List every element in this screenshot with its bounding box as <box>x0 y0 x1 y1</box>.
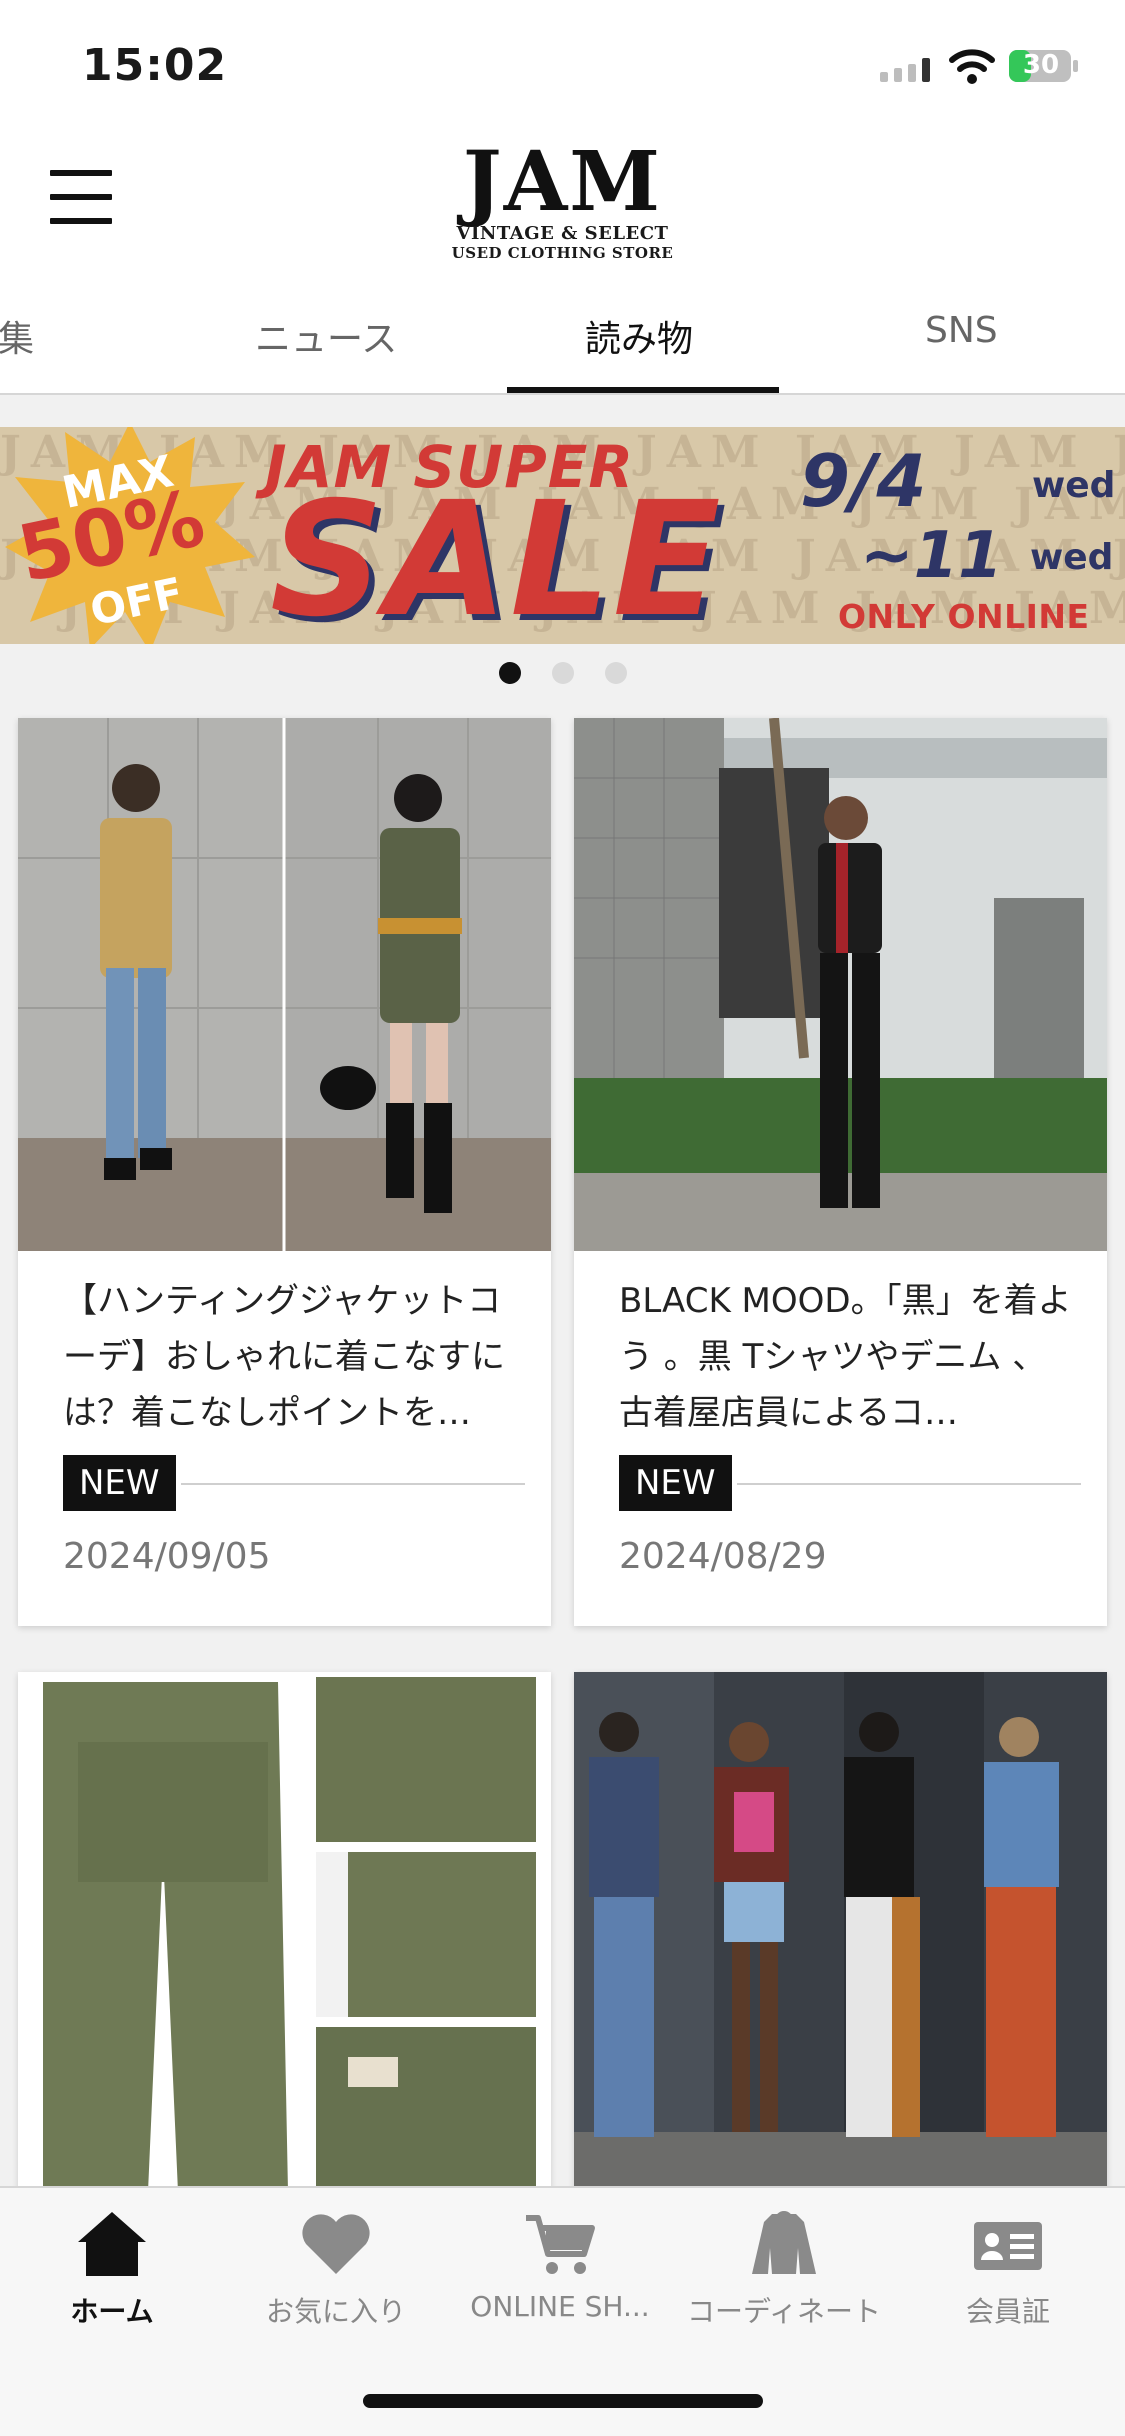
article-card[interactable]: BLACK MOOD。「黒」を着よう 。黒 Tシャツやデニム 、古着屋店員による… <box>574 718 1107 1626</box>
home-icon <box>78 2212 146 2276</box>
badge-row: NEW <box>619 1455 1081 1511</box>
nav-favorites-label: お気に入り <box>265 2295 406 2328</box>
logo-subtitle: VINTAGE & SELECT <box>456 223 669 244</box>
tab-sns[interactable]: SNS <box>925 310 998 351</box>
nav-online-shop-label: ONLINE SH... <box>470 2290 650 2323</box>
tab-features[interactable]: 集 <box>0 310 34 362</box>
tab-reading[interactable]: 読み物 <box>585 310 693 362</box>
logo-tagline: USED CLOTHING STORE <box>451 244 674 262</box>
nav-home[interactable]: ホーム <box>2 2208 222 2328</box>
article-title: BLACK MOOD。「黒」を着よう 。黒 Tシャツやデニム 、古着屋店員による… <box>619 1281 1072 1433</box>
pants-photo <box>18 1672 551 2205</box>
group-photo <box>574 1672 1107 2205</box>
jam-logo[interactable]: JAM VINTAGE & SELECT USED CLOTHING STORE <box>440 140 685 262</box>
street-photo <box>574 718 1107 1251</box>
article-date: 2024/09/05 <box>63 1536 271 1577</box>
divider <box>181 1483 525 1485</box>
app-header: JAM VINTAGE & SELECT USED CLOTHING STORE <box>0 130 1125 280</box>
article-date: 2024/08/29 <box>619 1536 827 1577</box>
carousel-indicator <box>0 662 1125 686</box>
article-title: 【ハンティングジャケットコーデ】おしゃれに着こなすには？着こなしポイントを… <box>63 1281 505 1433</box>
jacket-icon <box>752 2211 816 2274</box>
category-tabs: 集 ニュース 読み物 SNS <box>0 280 1125 395</box>
divider <box>737 1483 1081 1485</box>
status-time: 15:02 <box>82 40 228 91</box>
banner-end-day: wed <box>1030 537 1114 578</box>
member-card-icon <box>974 2222 1042 2270</box>
article-card[interactable] <box>574 1672 1107 2205</box>
heart-icon <box>302 2214 370 2274</box>
status-bar: 15:02 30 <box>0 0 1125 130</box>
new-badge: NEW <box>63 1455 176 1511</box>
new-badge: NEW <box>619 1455 732 1511</box>
carousel-dot[interactable] <box>499 662 521 684</box>
banner-end-date: ~11 <box>860 519 1003 593</box>
logo-text: JAM <box>462 134 663 230</box>
article-image <box>18 1672 551 2205</box>
badge-row: NEW <box>63 1455 525 1511</box>
nav-home-label: ホーム <box>70 2295 154 2328</box>
nav-favorites[interactable]: お気に入り <box>226 2208 446 2328</box>
article-card[interactable] <box>18 1672 551 2205</box>
banner-start-date: 9/4 <box>800 439 927 523</box>
article-image <box>18 718 551 1251</box>
cart-icon <box>526 2215 595 2274</box>
battery-level: 30 <box>1022 50 1060 80</box>
home-indicator[interactable] <box>363 2394 763 2408</box>
wifi-icon <box>949 49 995 84</box>
active-tab-indicator <box>507 387 779 393</box>
nav-member-card[interactable]: 会員証 <box>898 2208 1118 2328</box>
nav-online-shop[interactable]: ONLINE SH... <box>450 2208 670 2328</box>
nav-member-card-label: 会員証 <box>965 2295 1050 2328</box>
article-image <box>574 1672 1107 2205</box>
cellular-signal-icon <box>880 58 930 82</box>
app-screen: 15:02 30 JAM VINTAGE & SELECT USED CLOTH… <box>0 0 1125 2436</box>
article-card[interactable]: 【ハンティングジャケットコーデ】おしゃれに着こなすには？着こなしポイントを… N… <box>18 718 551 1626</box>
hamburger-menu-icon[interactable] <box>50 170 112 224</box>
carousel-dot[interactable] <box>552 662 574 684</box>
banner-sale-text: SALE <box>270 468 723 644</box>
banner-online-only: ONLY ONLINE <box>838 597 1090 636</box>
tab-news[interactable]: ニュース <box>255 310 397 362</box>
sale-banner[interactable]: JAM JAM JAM JAM JAM JAM JAM JAM JAM JAM … <box>0 427 1125 644</box>
carousel-dot[interactable] <box>605 662 627 684</box>
nav-coordinate[interactable]: コーディネート <box>674 2208 894 2328</box>
article-image <box>574 718 1107 1251</box>
coordinate-photo <box>18 718 551 1251</box>
banner-start-day: wed <box>1032 465 1116 506</box>
nav-coordinate-label: コーディネート <box>686 2295 882 2328</box>
